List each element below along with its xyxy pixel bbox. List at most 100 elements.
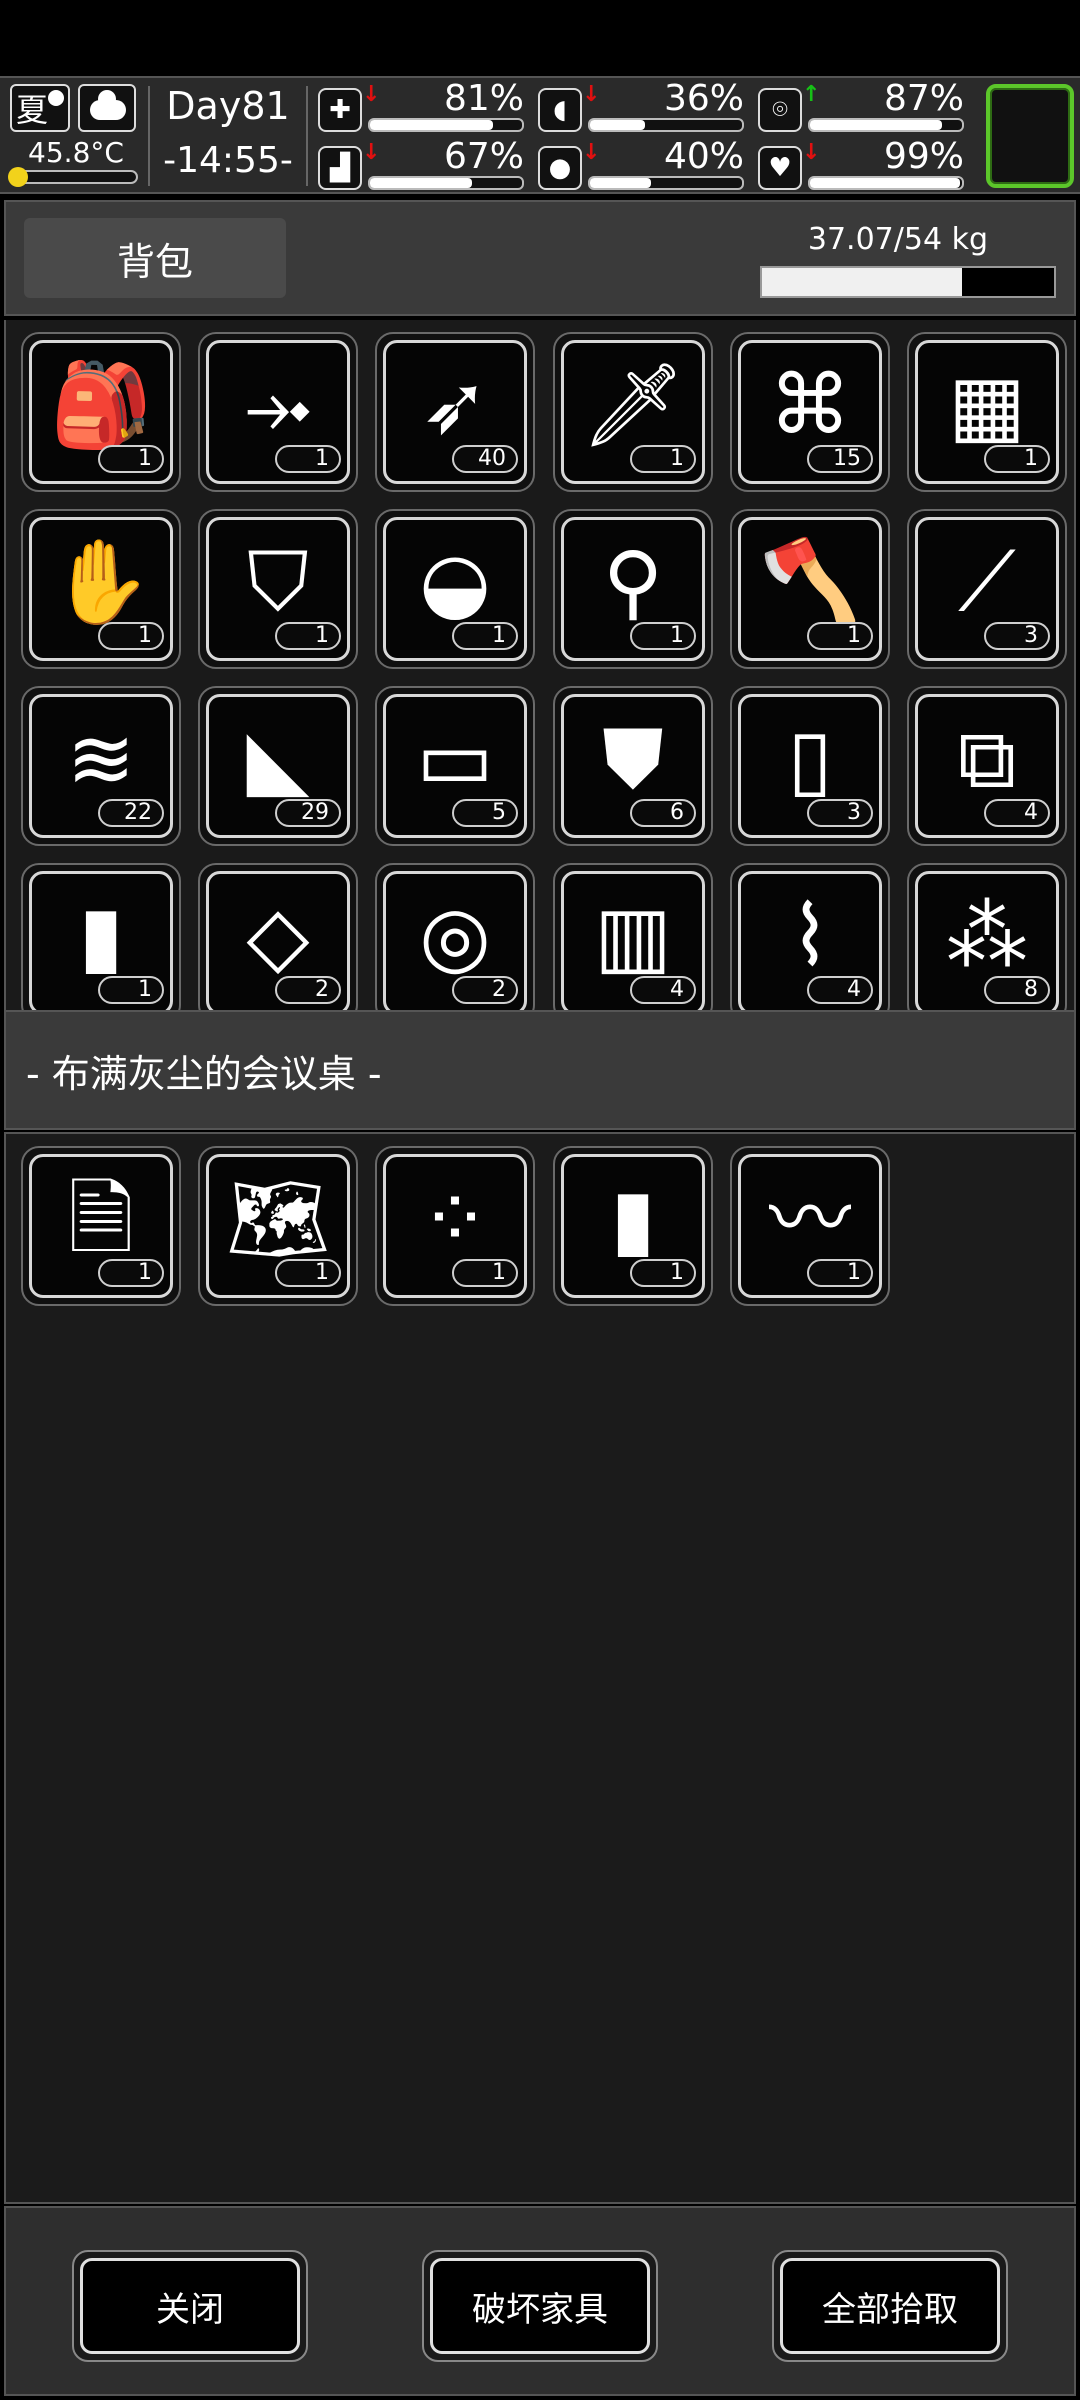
stat-value: 99% bbox=[883, 136, 964, 177]
crossbow-icon: ⤞ bbox=[245, 358, 311, 453]
water-drop-icon: ● bbox=[538, 146, 582, 190]
map-scroll-icon: 🗺 bbox=[225, 1172, 331, 1267]
tab-backpack[interactable]: 背包 bbox=[24, 218, 286, 298]
bottle-icon: ⌾ bbox=[758, 88, 802, 132]
container-grid[interactable]: 🗎 1 🗺 1 ⁘ 1 ▮ 1 〰 1 bbox=[4, 1132, 1076, 2204]
inventory-slot[interactable]: ≋ 22 bbox=[21, 686, 181, 846]
slot-frame: ⁂ 8 bbox=[915, 871, 1059, 1010]
slot-frame: ◇ 2 bbox=[206, 871, 350, 1010]
inventory-slot[interactable]: 🪓 1 bbox=[730, 509, 890, 669]
inventory-slot[interactable]: ⧉ 4 bbox=[907, 686, 1067, 846]
slot-frame: 🗺 1 bbox=[206, 1154, 350, 1298]
item-count: 2 bbox=[452, 976, 518, 1004]
item-count: 1 bbox=[98, 1259, 164, 1287]
stat-bar-fill bbox=[370, 120, 494, 130]
container-title: - 布满灰尘的会议桌 - bbox=[4, 1010, 1076, 1130]
inventory-slot[interactable]: ⁘ 1 bbox=[375, 1146, 535, 1306]
inventory-slot[interactable]: ⟋ 3 bbox=[907, 509, 1067, 669]
item-count: 1 bbox=[275, 1259, 341, 1287]
axe-icon: 🪓 bbox=[758, 535, 862, 630]
tape-roll-icon: ▮ bbox=[610, 1172, 656, 1267]
item-count: 2 bbox=[275, 976, 341, 1004]
slot-frame: ▭ 5 bbox=[383, 694, 527, 838]
slot-frame: ✋ 1 bbox=[29, 517, 173, 661]
slot-frame: ⧉ 4 bbox=[915, 694, 1059, 838]
stat-value: 81% bbox=[443, 78, 524, 119]
inventory-slot[interactable]: ⛊ 6 bbox=[553, 686, 713, 846]
stat-bottle: ⌾ ↑ 87% bbox=[758, 78, 972, 132]
stat-bar bbox=[588, 118, 744, 132]
inventory-slot[interactable]: ◒ 1 bbox=[375, 509, 535, 669]
inventory-slot[interactable]: ➶ 40 bbox=[375, 332, 535, 492]
thermometer-bulb-icon bbox=[8, 167, 28, 187]
slot-frame: ⟋ 3 bbox=[915, 517, 1059, 661]
inventory-slot[interactable]: 〰 1 bbox=[730, 1146, 890, 1306]
item-count: 1 bbox=[98, 622, 164, 650]
trend-arrow-icon: ↓ bbox=[802, 140, 821, 165]
inventory-slot[interactable]: ▭ 5 bbox=[375, 686, 535, 846]
burrito-icon: ◣ bbox=[246, 712, 310, 807]
close-button[interactable]: 关闭 bbox=[72, 2250, 308, 2362]
inventory-slot[interactable]: ▮ 1 bbox=[553, 1146, 713, 1306]
inventory-slot[interactable]: ✋ 1 bbox=[21, 509, 181, 669]
wood-planks-icon: ▥ bbox=[594, 889, 672, 984]
slot-frame: ⤞ 1 bbox=[206, 340, 350, 484]
item-count: 29 bbox=[275, 799, 341, 827]
inventory-slot[interactable]: ⚲ 1 bbox=[553, 509, 713, 669]
item-count: 5 bbox=[452, 799, 518, 827]
backpack-grid[interactable]: 🎒 1 ⤞ 1 ➶ 40 🗡 1 ⌘ 15 ▦ 1 ✋ 1 ⛉ 1 ◒ 1 ⚲ 1 🪓 1 ⟋ 3 ≋ 22 ◣ 29 ▭ 5 ⛊ 6 ▯ 3 ⧉ 4… bbox=[4, 320, 1076, 1010]
inventory-slot[interactable]: ⌘ 15 bbox=[730, 332, 890, 492]
stat-bar-fill bbox=[370, 178, 472, 188]
destroy-furniture-button[interactable]: 破坏家具 bbox=[422, 2250, 658, 2362]
inventory-slot[interactable]: ▯ 3 bbox=[730, 686, 890, 846]
item-count: 1 bbox=[275, 622, 341, 650]
inventory-slot[interactable]: 🎒 1 bbox=[21, 332, 181, 492]
stat-bar bbox=[808, 118, 964, 132]
backpack-header: 背包 37.07/54 kg bbox=[4, 200, 1076, 316]
inventory-slot[interactable]: ▥ 4 bbox=[553, 863, 713, 1010]
inventory-slot[interactable]: 🗡 1 bbox=[553, 332, 713, 492]
inventory-slot[interactable]: ◎ 2 bbox=[375, 863, 535, 1010]
inventory-slot[interactable]: ▦ 1 bbox=[907, 332, 1067, 492]
inventory-slot[interactable]: ⌇ 4 bbox=[730, 863, 890, 1010]
inventory-slot[interactable]: ⁂ 8 bbox=[907, 863, 1067, 1010]
lockpick-icon: ⟋ bbox=[958, 535, 1016, 630]
inventory-slot[interactable]: ▮ 1 bbox=[21, 863, 181, 1010]
inventory-slot[interactable]: ◇ 2 bbox=[198, 863, 358, 1010]
item-count: 1 bbox=[452, 622, 518, 650]
quick-slot-button[interactable] bbox=[986, 84, 1074, 188]
close-button-label: 关闭 bbox=[80, 2258, 300, 2354]
item-count: 1 bbox=[275, 445, 341, 473]
item-count: 1 bbox=[630, 1259, 696, 1287]
inventory-slot[interactable]: ◣ 29 bbox=[198, 686, 358, 846]
trend-arrow-icon: ↑ bbox=[802, 82, 821, 107]
slot-frame: ◎ 2 bbox=[383, 871, 527, 1010]
destroy-furniture-label: 破坏家具 bbox=[430, 2258, 650, 2354]
slot-frame: ⚲ 1 bbox=[561, 517, 705, 661]
vest-icon: ⛉ bbox=[247, 535, 309, 630]
carry-weight-fill bbox=[762, 268, 963, 296]
inventory-slot[interactable]: 🗎 1 bbox=[21, 1146, 181, 1306]
folded-cloth-icon: ≋ bbox=[66, 712, 136, 807]
slot-frame: 🗎 1 bbox=[29, 1154, 173, 1298]
item-count: 22 bbox=[98, 799, 164, 827]
slot-frame: ⛊ 6 bbox=[561, 694, 705, 838]
item-count: 1 bbox=[630, 445, 696, 473]
divider bbox=[306, 86, 308, 186]
inventory-slot[interactable]: ⤞ 1 bbox=[198, 332, 358, 492]
item-count: 4 bbox=[807, 976, 873, 1004]
item-count: 1 bbox=[807, 1259, 873, 1287]
towel-icon: ▭ bbox=[416, 712, 494, 807]
inventory-slot[interactable]: ⛉ 1 bbox=[198, 509, 358, 669]
machete-icon: 🗡 bbox=[580, 358, 686, 453]
slot-frame: ⁘ 1 bbox=[383, 1154, 527, 1298]
thermometer-bar bbox=[8, 167, 138, 187]
take-all-button[interactable]: 全部拾取 bbox=[772, 2250, 1008, 2362]
gloves-icon: ✋ bbox=[49, 535, 153, 630]
divider bbox=[148, 86, 150, 186]
document-icon: 🗎 bbox=[68, 1172, 134, 1267]
inventory-slot[interactable]: 🗺 1 bbox=[198, 1146, 358, 1306]
stat-bar-fill bbox=[590, 120, 645, 130]
item-count: 1 bbox=[630, 622, 696, 650]
bandage-roll-icon: 〰 bbox=[768, 1172, 851, 1267]
